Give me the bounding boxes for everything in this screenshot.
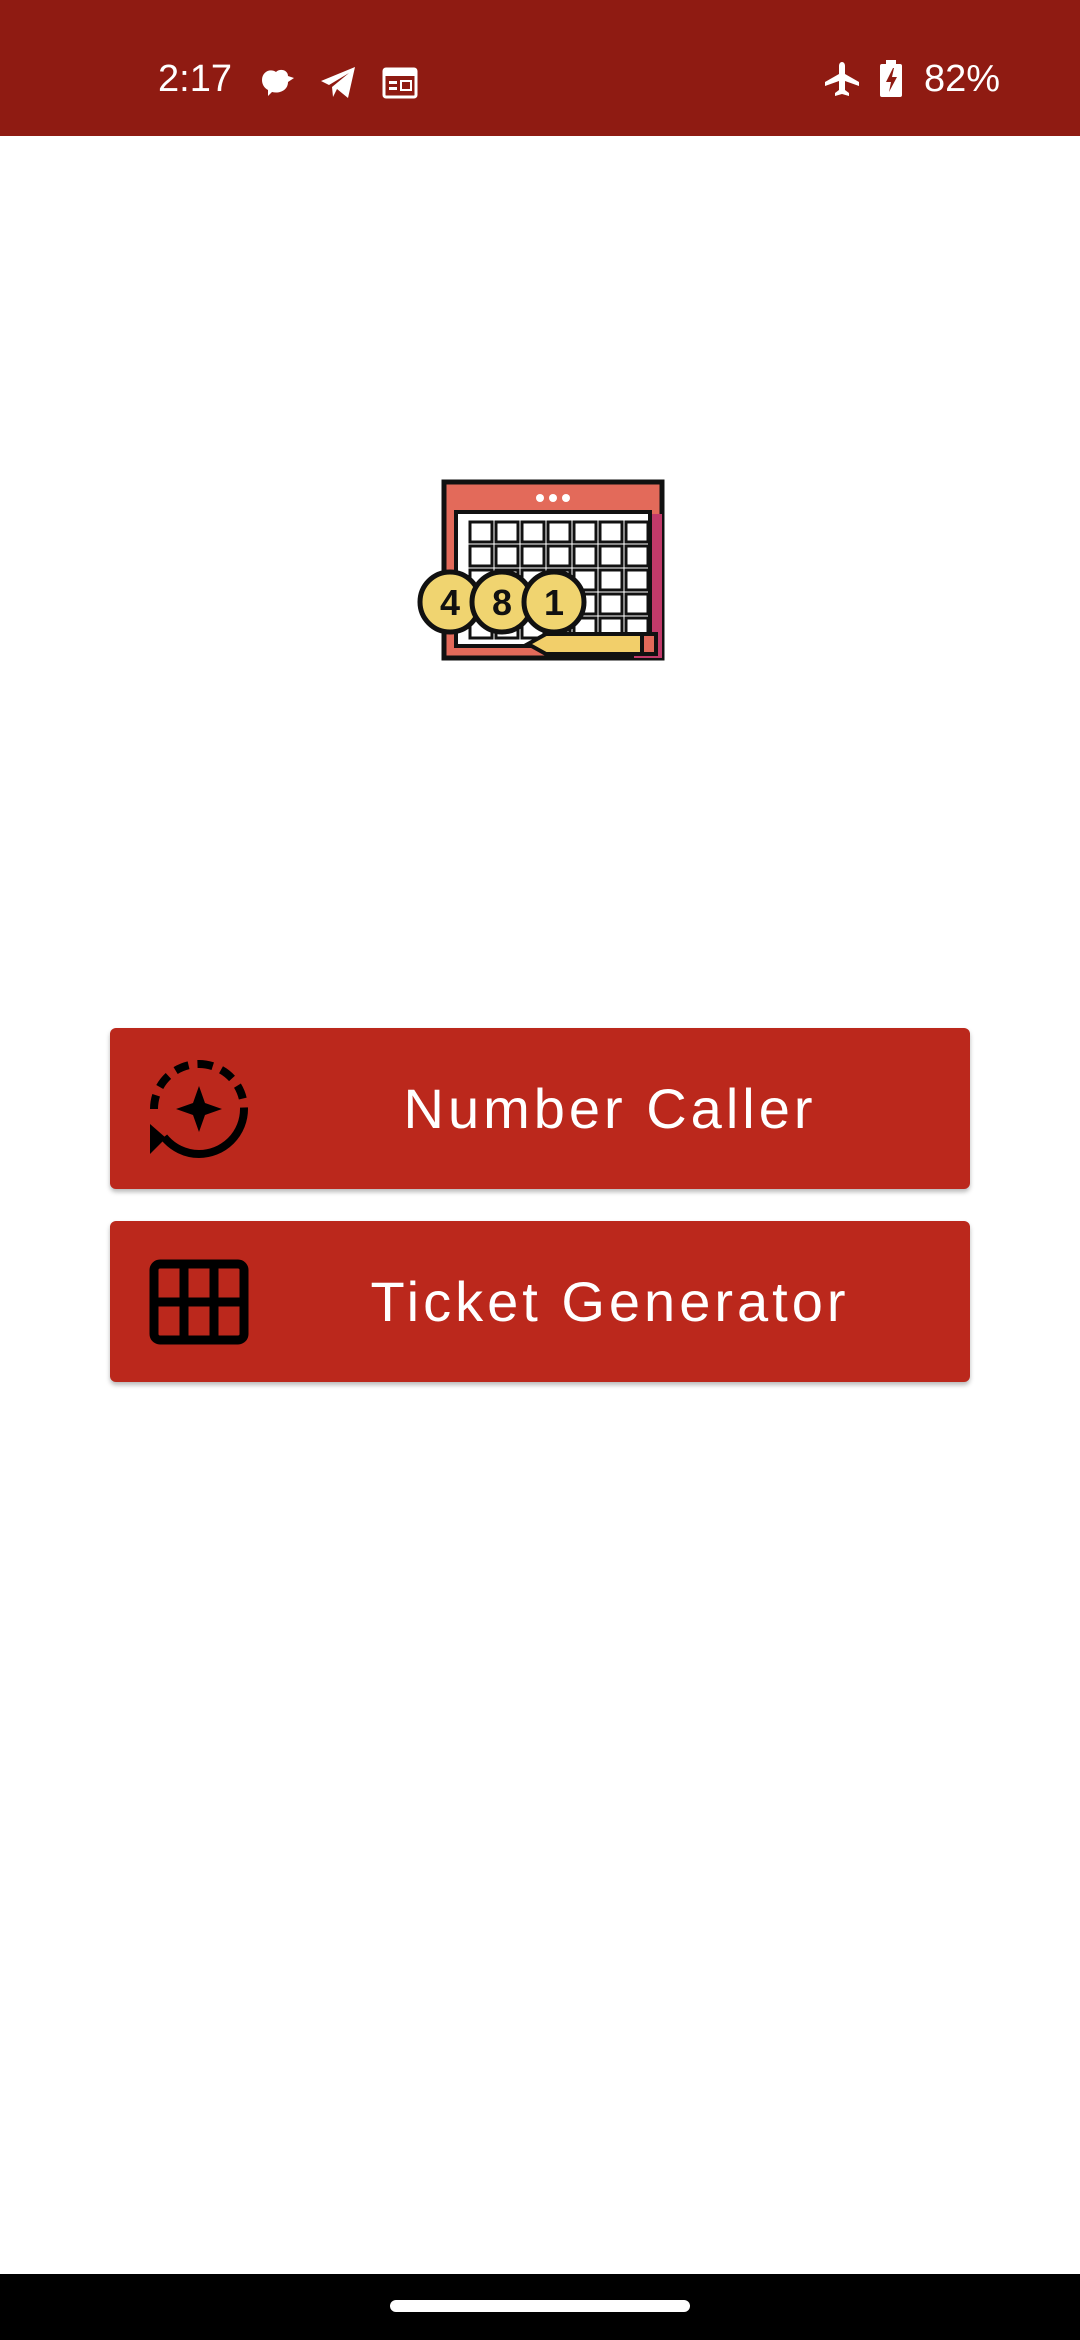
number-caller-button[interactable]: Number Caller [110, 1028, 970, 1189]
status-right-group: 82% [822, 56, 1000, 102]
ticket-generator-label: Ticket Generator [370, 1270, 850, 1333]
bingo-card-logo: 4 8 1 [417, 479, 665, 661]
battery-charging-icon [879, 60, 902, 97]
status-bar: 2:17 82% [0, 0, 1080, 136]
sync-star-icon [150, 1060, 248, 1159]
logo-ball-label: 4 [440, 582, 460, 623]
number-caller-label: Number Caller [403, 1077, 817, 1140]
navigation-bar [0, 2274, 1080, 2340]
notification-bird-icon [262, 69, 294, 96]
battery-percent: 82% [923, 58, 1000, 100]
status-time: 2:17 [158, 58, 232, 100]
logo-ball-label: 8 [492, 582, 512, 623]
calendar-icon [382, 67, 418, 99]
home-gesture-handle[interactable] [390, 2300, 690, 2312]
ticket-generator-button[interactable]: Ticket Generator [110, 1221, 970, 1382]
telegram-icon [321, 67, 355, 98]
logo-ball-label: 1 [544, 582, 564, 623]
airplane-mode-icon [824, 62, 859, 96]
grid-icon [149, 1259, 249, 1345]
logo-ball: 1 [521, 569, 587, 635]
